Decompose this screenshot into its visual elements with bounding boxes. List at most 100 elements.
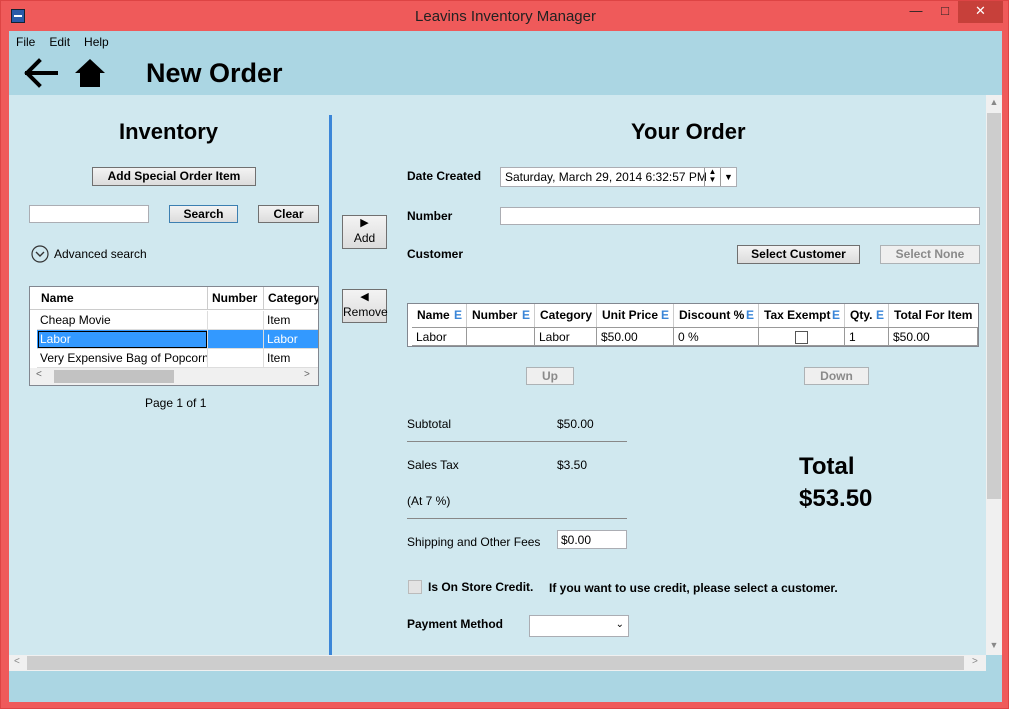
- maximize-button[interactable]: □: [930, 1, 960, 23]
- close-button[interactable]: ✕: [958, 1, 1003, 23]
- cell-name: Cheap Movie: [37, 311, 208, 330]
- menu-edit[interactable]: Edit: [42, 34, 77, 52]
- payment-method-label: Payment Method: [407, 617, 504, 631]
- main-content: Inventory Add Special Order Item Search …: [9, 95, 986, 655]
- order-cell-category: Labor: [535, 327, 597, 346]
- remove-item-button[interactable]: ◀ Remove: [342, 289, 388, 323]
- editable-marker: E: [453, 308, 462, 322]
- scroll-down-icon[interactable]: ▼: [986, 640, 1002, 650]
- clear-button[interactable]: Clear: [258, 205, 319, 223]
- order-cell-qty[interactable]: 1: [845, 327, 889, 346]
- editable-marker: E: [521, 308, 530, 322]
- scroll-thumb[interactable]: [54, 370, 174, 383]
- payment-method-select[interactable]: ⌄: [529, 615, 629, 637]
- column-header-total[interactable]: Total For Item: [889, 304, 978, 327]
- cell-number: [208, 330, 264, 349]
- table-row[interactable]: Very Expensive Bag of Popcorn Item: [30, 349, 318, 368]
- total-label: Total: [799, 453, 855, 480]
- date-dropdown-icon[interactable]: ▼: [720, 168, 736, 186]
- subtotal-value: $50.00: [557, 417, 594, 431]
- column-header-unit-price[interactable]: Unit Price E: [597, 304, 674, 327]
- menu-help[interactable]: Help: [77, 34, 116, 52]
- column-header-number[interactable]: Number E: [467, 304, 535, 327]
- column-header-unit-price-label: Unit Price: [602, 308, 659, 322]
- cell-name: Very Expensive Bag of Popcorn: [37, 349, 208, 368]
- add-arrow-icon: ▶: [360, 217, 369, 229]
- date-spinner-icon[interactable]: ▲ ▼: [704, 168, 720, 186]
- scroll-left-icon[interactable]: <: [14, 656, 20, 667]
- column-header-category[interactable]: Category: [535, 304, 597, 327]
- add-special-order-item-button[interactable]: Add Special Order Item: [92, 167, 256, 186]
- select-customer-button[interactable]: Select Customer: [737, 245, 860, 264]
- column-header-name[interactable]: Name E: [412, 304, 467, 327]
- column-header-qty[interactable]: Qty. E: [845, 304, 889, 327]
- inventory-grid[interactable]: Name Number Category Cheap Movie Item La…: [29, 286, 319, 386]
- scroll-thumb[interactable]: [987, 113, 1001, 499]
- column-header-discount-label: Discount %: [679, 308, 745, 322]
- order-cell-unit-price[interactable]: $50.00: [597, 327, 674, 346]
- title-bar[interactable]: Leavins Inventory Manager — □ ✕: [1, 1, 1009, 31]
- vertical-scrollbar[interactable]: ▲ ▼: [986, 95, 1002, 655]
- select-none-button[interactable]: Select None: [880, 245, 980, 264]
- table-row[interactable]: Cheap Movie Item: [30, 311, 318, 330]
- column-header-discount[interactable]: Discount % E: [674, 304, 759, 327]
- date-created-label: Date Created: [407, 169, 482, 183]
- column-header-number-label: Number: [472, 308, 518, 322]
- add-label: Add: [353, 231, 376, 245]
- horizontal-scrollbar[interactable]: < >: [9, 655, 986, 671]
- column-header-category-label: Category: [540, 308, 593, 322]
- inventory-heading: Inventory: [119, 119, 219, 144]
- column-header-category[interactable]: Category: [264, 287, 318, 310]
- number-label: Number: [407, 209, 453, 223]
- window-title: Leavins Inventory Manager: [415, 8, 596, 25]
- add-item-button[interactable]: ▶ Add: [342, 215, 387, 249]
- separator: [407, 518, 627, 519]
- store-credit-checkbox[interactable]: [408, 580, 422, 594]
- date-created-value: Saturday, March 29, 2014 6:32:57 PM: [505, 170, 707, 184]
- order-cell-number[interactable]: [467, 327, 535, 346]
- menu-bar: File Edit Help: [9, 34, 116, 52]
- back-arrow-icon[interactable]: [23, 57, 59, 89]
- editable-marker: E: [660, 308, 669, 322]
- order-cell-name[interactable]: Labor: [412, 327, 467, 346]
- advanced-search-toggle[interactable]: Advanced search: [54, 247, 147, 261]
- table-row[interactable]: Labor Labor: [30, 330, 318, 349]
- column-header-name[interactable]: Name: [37, 287, 208, 310]
- scroll-left-icon[interactable]: <: [36, 369, 42, 380]
- column-header-number[interactable]: Number: [208, 287, 264, 310]
- total-value: $53.50: [799, 485, 873, 512]
- chevron-down-icon[interactable]: [31, 245, 49, 263]
- column-header-qty-label: Qty.: [850, 308, 873, 322]
- order-items-grid[interactable]: Name E Number E Category Unit Price E Disco…: [407, 303, 979, 347]
- date-created-picker[interactable]: Saturday, March 29, 2014 6:32:57 PM ▲ ▼ ▼: [500, 167, 737, 187]
- page-title: New Order: [146, 58, 283, 88]
- minimize-button[interactable]: —: [901, 1, 931, 23]
- page-indicator: Page 1 of 1: [145, 396, 207, 410]
- column-header-tax-exempt-label: Tax Exempt: [764, 308, 831, 322]
- store-credit-label[interactable]: Is On Store Credit.: [428, 580, 533, 594]
- home-icon[interactable]: [73, 57, 107, 89]
- tax-exempt-checkbox[interactable]: [795, 331, 808, 345]
- inventory-grid-scrollbar[interactable]: < >: [30, 368, 318, 385]
- cell-number: [208, 311, 264, 330]
- store-credit-note: If you want to use credit, please select…: [549, 581, 838, 595]
- search-input[interactable]: [29, 205, 149, 223]
- scroll-right-icon[interactable]: >: [304, 369, 310, 380]
- search-button[interactable]: Search: [169, 205, 238, 223]
- shipping-fees-input[interactable]: [557, 530, 627, 549]
- scroll-right-icon[interactable]: >: [972, 656, 978, 667]
- move-up-button[interactable]: Up: [526, 367, 574, 385]
- scroll-up-icon[interactable]: ▲: [986, 97, 1002, 107]
- client-area: File Edit Help New Order Inventory Add S…: [9, 31, 1002, 702]
- editable-marker: E: [875, 308, 884, 322]
- move-down-button[interactable]: Down: [804, 367, 869, 385]
- separator: [407, 441, 627, 442]
- dropdown-chevron-icon: ⌄: [615, 619, 624, 630]
- column-header-tax-exempt[interactable]: Tax Exempt E: [759, 304, 845, 327]
- order-cell-tax-exempt: [759, 327, 845, 346]
- order-cell-discount[interactable]: 0 %: [674, 327, 759, 346]
- scroll-thumb[interactable]: [27, 656, 964, 670]
- order-number-input[interactable]: [500, 207, 980, 225]
- menu-file[interactable]: File: [9, 34, 42, 52]
- editable-marker: E: [745, 308, 754, 322]
